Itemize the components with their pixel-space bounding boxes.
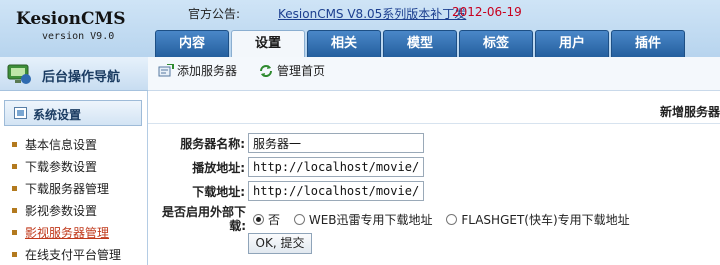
main-panel: 添加服务器 管理首页 新增服务器 服务器名称: 播放地址: 下载地址: 是否启用…	[148, 57, 720, 265]
settings-window-icon	[14, 107, 27, 119]
radio-option-no[interactable]: 否	[253, 213, 280, 227]
server-name-input[interactable]	[248, 133, 424, 153]
external-download-label: 是否启用外部下载:	[161, 205, 246, 233]
bullet-icon	[12, 142, 17, 147]
radio-option-web-thunder[interactable]: WEB迅雷专用下载地址	[293, 213, 433, 227]
sidebar: 后台操作导航 系统设置 基本信息设置 下载参数设置 下载服务器管理 影视参数设置…	[0, 57, 148, 265]
brand-name: KesionCMS	[16, 9, 126, 29]
sidebar-item-basic-info[interactable]: 基本信息设置	[12, 136, 97, 153]
radio-option-flashget[interactable]: FLASHGET(快车)专用下载地址	[446, 213, 630, 227]
tab-users[interactable]: 用户	[535, 30, 609, 57]
sidebar-item-movie-servers[interactable]: 影视服务器管理	[12, 224, 109, 241]
bullet-icon	[12, 164, 17, 169]
radio-button[interactable]	[253, 214, 264, 225]
divider	[148, 123, 720, 124]
sidebar-item-download-servers[interactable]: 下载服务器管理	[12, 180, 109, 197]
notice-date: 2012-06-19	[452, 5, 522, 19]
monitor-icon	[7, 64, 31, 84]
page-title: 新增服务器	[659, 105, 720, 119]
sidebar-title: 后台操作导航	[42, 70, 121, 85]
top-header: KesionCMS version V9.0 官方公告: KesionCMS V…	[0, 0, 720, 58]
refresh-icon	[260, 64, 272, 77]
notice-label: 官方公告:	[188, 7, 241, 21]
sidebar-item-payment-platform[interactable]: 在线支付平台管理	[12, 246, 121, 263]
sidebar-item-movie-params[interactable]: 影视参数设置	[12, 202, 97, 219]
submit-button[interactable]: OK, 提交	[248, 233, 312, 254]
play-url-label: 播放地址:	[192, 161, 245, 175]
download-url-input[interactable]	[248, 181, 424, 201]
manage-home-button[interactable]: 管理首页	[258, 62, 325, 84]
tab-plugins[interactable]: 插件	[611, 30, 685, 57]
add-server-button[interactable]: 添加服务器	[158, 62, 237, 84]
tab-tags[interactable]: 标签	[459, 30, 533, 57]
add-server-label: 添加服务器	[177, 64, 238, 78]
add-server-icon	[158, 63, 174, 76]
tab-settings[interactable]: 设置	[231, 30, 305, 58]
brand-version: version V9.0	[42, 31, 115, 42]
server-name-label: 服务器名称:	[180, 137, 245, 151]
bullet-icon	[12, 186, 17, 191]
bullet-icon	[12, 230, 17, 235]
bullet-icon	[12, 252, 17, 257]
play-url-input[interactable]	[248, 157, 424, 177]
radio-button[interactable]	[293, 214, 305, 225]
sidebar-group-label: 系统设置	[33, 108, 82, 122]
toolbar: 添加服务器 管理首页	[148, 57, 720, 91]
external-download-options: 否 WEB迅雷专用下载地址 FLASHGET(快车)专用下载地址	[253, 211, 640, 228]
notice-link[interactable]: KesionCMS V8.05系列版本补丁发	[278, 5, 466, 22]
manage-home-label: 管理首页	[277, 64, 326, 78]
sidebar-group-system-settings[interactable]: 系统设置	[4, 100, 142, 126]
tab-models[interactable]: 模型	[383, 30, 457, 57]
bullet-icon	[12, 208, 17, 213]
sidebar-header: 后台操作导航	[0, 57, 148, 91]
tab-content[interactable]: 内容	[155, 30, 229, 57]
logo: KesionCMS version V9.0	[0, 0, 145, 57]
radio-button[interactable]	[446, 214, 458, 225]
tab-related[interactable]: 相关	[307, 30, 381, 57]
sidebar-item-download-params[interactable]: 下载参数设置	[12, 158, 97, 175]
download-url-label: 下载地址:	[192, 185, 245, 199]
